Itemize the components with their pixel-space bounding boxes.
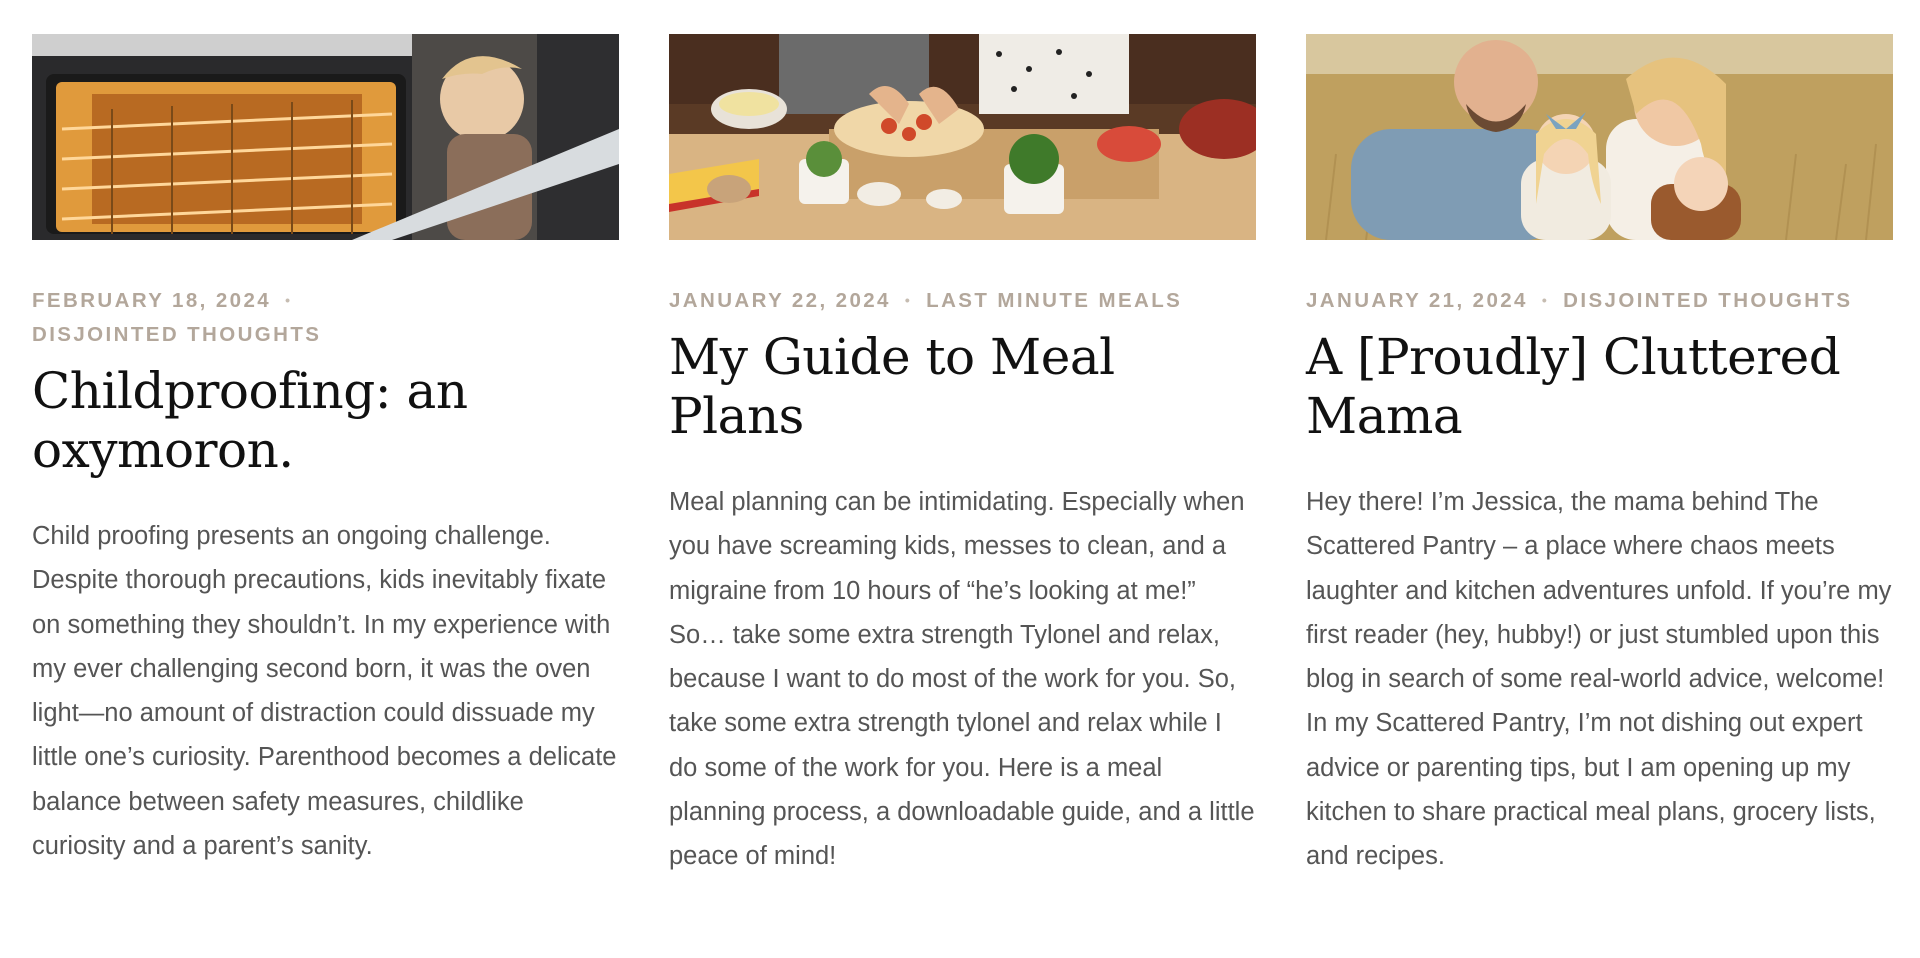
post-excerpt: Child proofing presents an ongoing chall… [32,522,617,861]
post-title[interactable]: My Guide to Meal Plans [669,328,1256,446]
post-thumbnail-oven[interactable] [32,34,619,240]
post-title[interactable]: A [Proudly] Cluttered Mama [1306,328,1893,446]
post-thumbnail-family[interactable] [1306,34,1893,240]
post-meta: JANUARY 21, 2024 • DISJOINTED THOUGHTS [1306,283,1893,318]
meta-separator: • [904,292,913,308]
oven-photo [32,34,619,240]
post-meta: JANUARY 22, 2024 • LAST MINUTE MEALS [669,283,1256,318]
post-date: JANUARY 21, 2024 [1306,289,1528,312]
post-title[interactable]: Childproofing: an oxymoron. [32,362,619,480]
post-excerpt: Hey there! I’m Jessica, the mama behind … [1306,488,1892,871]
post-card: JANUARY 21, 2024 • DISJOINTED THOUGHTS A [… [1306,34,1893,879]
pizza-photo [669,34,1256,240]
post-date: FEBRUARY 18, 2024 [32,289,272,312]
post-category-link[interactable]: LAST MINUTE MEALS [926,289,1182,312]
post-card: FEBRUARY 18, 2024 • DISJOINTED THOUGHTS C… [32,34,619,868]
post-category-link[interactable]: DISJOINTED THOUGHTS [32,323,321,346]
post-date: JANUARY 22, 2024 [669,289,891,312]
post-card: JANUARY 22, 2024 • LAST MINUTE MEALS My Gu… [669,34,1256,879]
meta-separator: • [1541,292,1550,308]
post-thumbnail-pizza[interactable] [669,34,1256,240]
family-photo [1306,34,1893,240]
meta-separator: • [285,292,293,308]
post-excerpt: Meal planning can be intimidating. Espec… [669,488,1255,871]
post-grid: FEBRUARY 18, 2024 • DISJOINTED THOUGHTS C… [0,0,1920,958]
post-meta: FEBRUARY 18, 2024 • DISJOINTED THOUGHTS [32,283,619,352]
post-category-link[interactable]: DISJOINTED THOUGHTS [1563,289,1852,312]
